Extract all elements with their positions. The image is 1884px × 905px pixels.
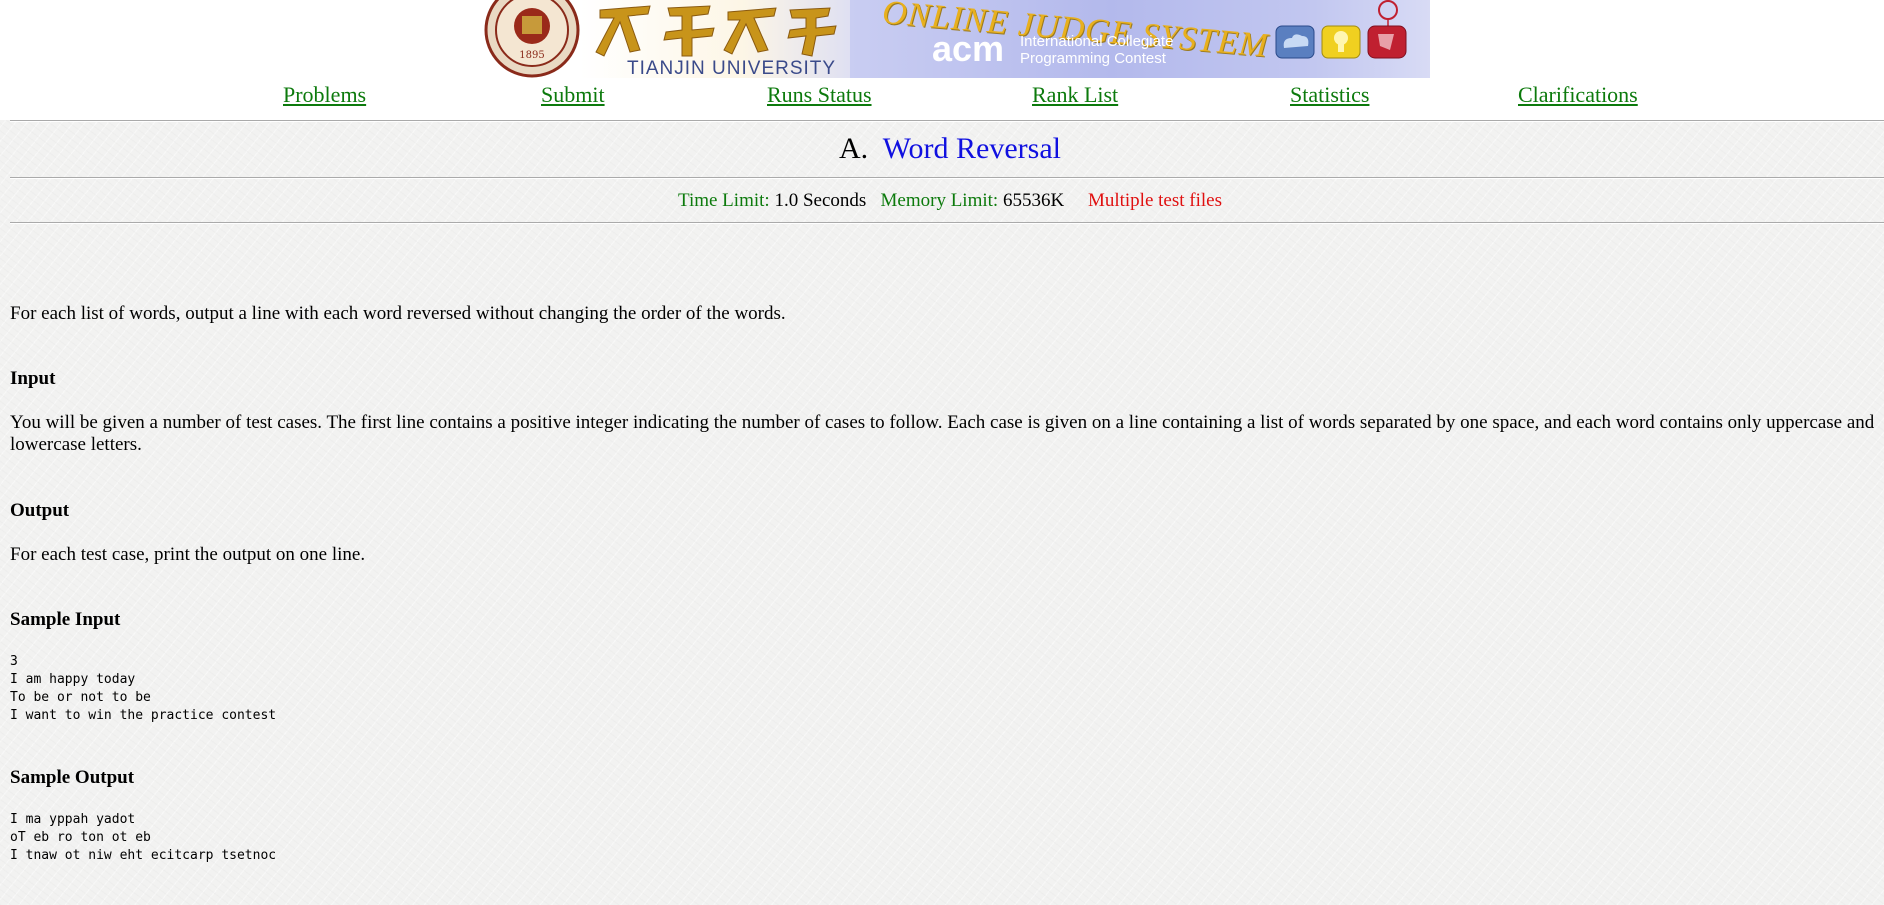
input-heading: Input (10, 368, 56, 389)
acm-subtitle-line2: Programming Contest (1020, 50, 1166, 67)
nav-problems-link[interactable]: Problems (283, 82, 366, 108)
time-limit-value: 1.0 Seconds (774, 190, 867, 211)
sample-output-heading: Sample Output (10, 767, 135, 788)
memory-limit-label: Memory Limit: (880, 190, 999, 211)
acm-subtitle-line1: International Collegiate (1020, 33, 1174, 50)
memory-limit-value: 65536K (1002, 190, 1065, 211)
nav-runs-status-link[interactable]: Runs Status (767, 82, 872, 108)
problem-name: Word Reversal (882, 132, 1061, 165)
balloon-icon (1367, 0, 1407, 59)
nav-clarifications-link[interactable]: Clarifications (1518, 82, 1638, 108)
nav-divider (10, 120, 1884, 122)
output-heading: Output (10, 500, 70, 521)
sample-output-block: I ma yppah yadot oT eb ro ton ot eb I tn… (10, 812, 277, 863)
time-limit-label: Time Limit: (678, 190, 770, 211)
sample-input-block: 3 I am happy today To be or not to be I … (10, 654, 277, 723)
input-description: You will be given a number of test cases… (10, 412, 1875, 455)
university-seal-logo: 1895 (484, 0, 580, 78)
problem-description: For each list of words, output a line wi… (10, 303, 786, 324)
output-description: For each test case, print the output on … (10, 544, 366, 565)
site-banner: 1895 TIANJIN UNIVERSITY ONLINE JUDGE SYS… (484, 0, 1430, 78)
limits-divider (10, 222, 1884, 224)
cloud-icon (1275, 25, 1315, 59)
multiple-test-files-note: Multiple test files (1087, 190, 1222, 211)
nav-submit-link[interactable]: Submit (541, 82, 605, 108)
sample-input-heading: Sample Input (10, 609, 121, 630)
nav-rank-list-link[interactable]: Rank List (1032, 82, 1118, 108)
problem-title: A. Word Reversal (0, 132, 1884, 166)
problem-letter: A. (839, 132, 869, 165)
acm-logo-text: acm (932, 28, 1005, 69)
svg-text:1895: 1895 (519, 50, 544, 61)
problem-limits: Time Limit: 1.0 Seconds Memory Limit: 65… (0, 190, 1884, 212)
university-name: TIANJIN UNIVERSITY (627, 58, 837, 78)
nav-statistics-link[interactable]: Statistics (1290, 82, 1369, 108)
lightbulb-icon (1321, 25, 1361, 59)
title-divider (10, 177, 1884, 179)
